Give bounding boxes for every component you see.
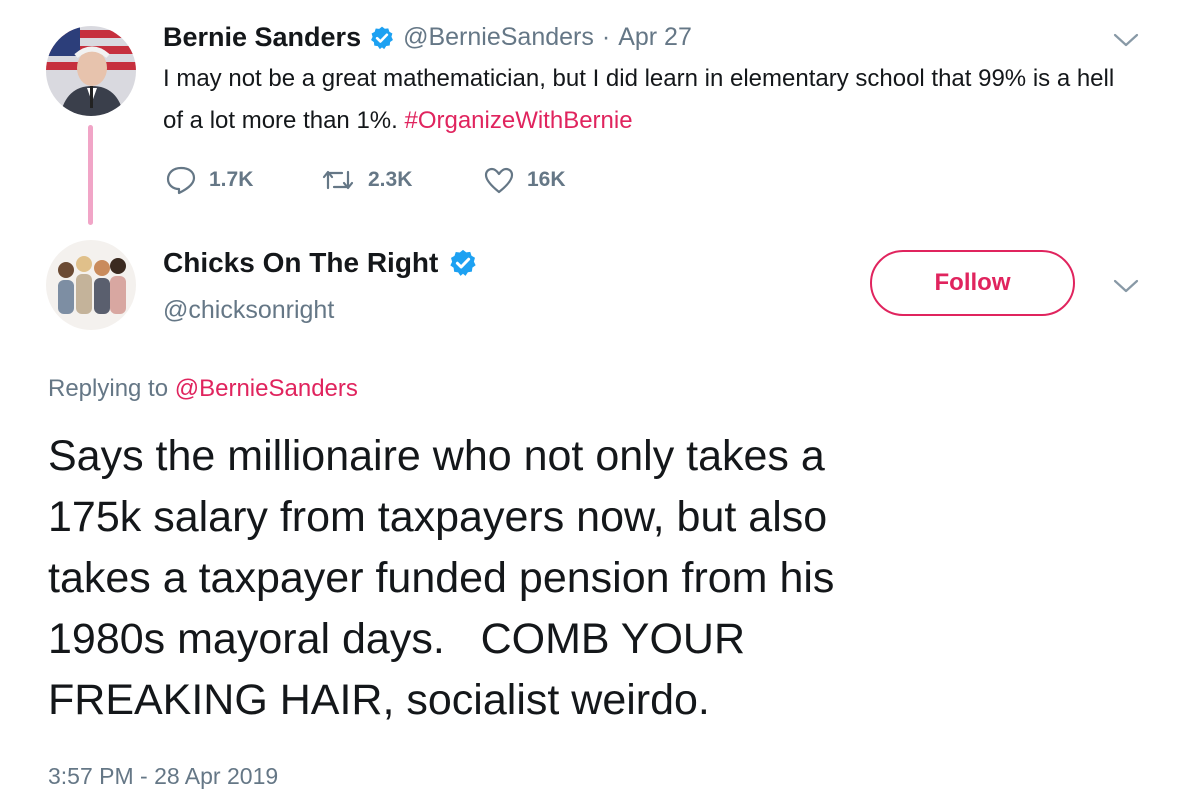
author-handle[interactable]: @chicksonright xyxy=(163,296,334,325)
tweet-date[interactable]: Apr 27 xyxy=(618,23,692,52)
reply-icon xyxy=(165,165,197,195)
tweet-actions: 1.7K 2.3K 16K xyxy=(165,165,566,195)
avatar-bernie[interactable] xyxy=(46,26,136,116)
like-count: 16K xyxy=(527,168,566,191)
author-name[interactable]: Chicks On The Right xyxy=(163,247,438,279)
heart-icon xyxy=(483,166,515,194)
quoted-tweet-header: Bernie Sanders @BernieSanders · Apr 27 xyxy=(163,22,692,53)
quoted-tweet-text: I may not be a great mathematician, but … xyxy=(163,58,1123,142)
reply-count: 1.7K xyxy=(209,168,254,191)
chevron-down-icon[interactable] xyxy=(1113,278,1139,299)
reply-button[interactable]: 1.7K xyxy=(165,165,320,195)
chevron-down-icon[interactable] xyxy=(1113,32,1139,53)
retweet-icon xyxy=(320,166,356,194)
main-tweet-author: Chicks On The Right xyxy=(163,247,478,279)
main-tweet-text: Says the millionaire who not only takes … xyxy=(48,432,835,724)
avatar-chicks-on-the-right[interactable] xyxy=(46,240,136,330)
hashtag-link[interactable]: #OrganizeWithBernie xyxy=(404,107,632,134)
replying-prefix: Replying to xyxy=(48,375,169,402)
retweet-count: 2.3K xyxy=(368,168,413,191)
thread-line xyxy=(88,125,93,225)
tweet-timestamp[interactable]: 3:57 PM - 28 Apr 2019 xyxy=(48,763,278,790)
retweet-button[interactable]: 2.3K xyxy=(320,166,483,194)
verified-badge-icon xyxy=(369,25,395,51)
author-handle[interactable]: @BernieSanders xyxy=(403,23,594,52)
verified-badge-icon xyxy=(448,248,478,278)
replying-to-mention[interactable]: @BernieSanders xyxy=(175,375,358,402)
replying-to: Replying to @BernieSanders xyxy=(48,375,358,403)
quoted-tweet-body: I may not be a great mathematician, but … xyxy=(163,65,1115,134)
author-name[interactable]: Bernie Sanders xyxy=(163,22,361,53)
follow-button[interactable]: Follow xyxy=(870,250,1075,316)
like-button[interactable]: 16K xyxy=(483,166,566,194)
meta-separator: · xyxy=(601,23,611,51)
